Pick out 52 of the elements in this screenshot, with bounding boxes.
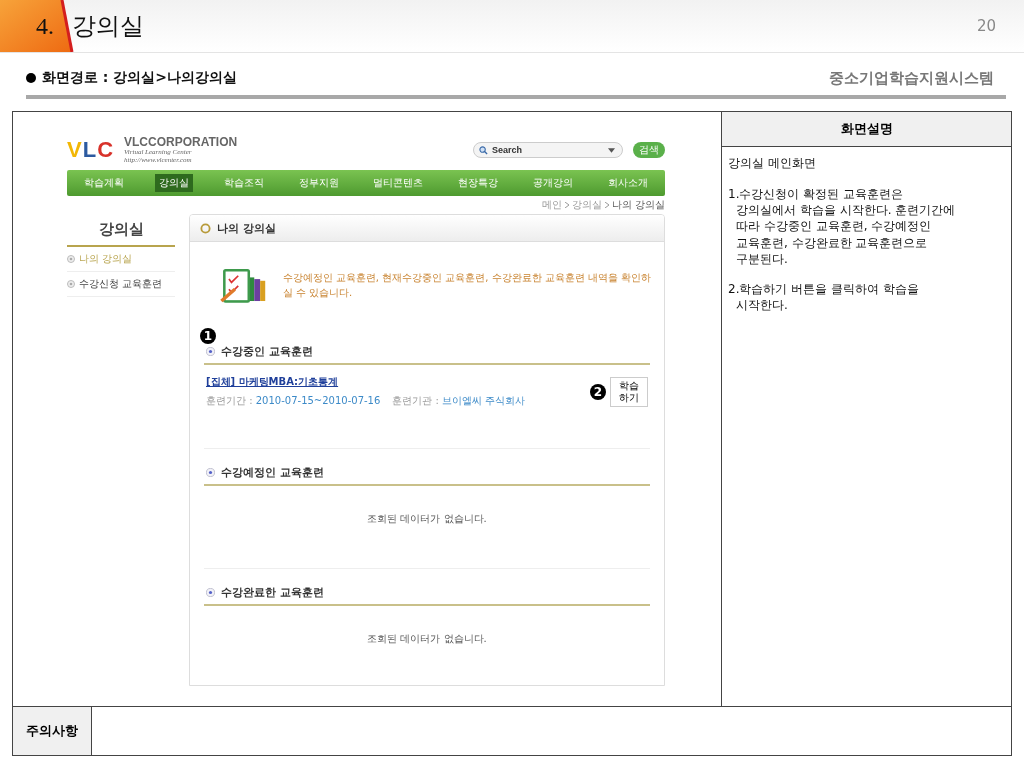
intro-text: 수강예정인 교육훈련, 현재수강중인 교육훈련, 수강완료한 교육훈련 내역을 확인하실 수 있습니다. [282,271,652,300]
breadcrumb-link[interactable]: 나의 강의실 [611,198,665,212]
description-heading: 강의실 메인화면 [728,155,817,172]
course-link[interactable]: [집체] 마케팅MBA:기초통계 [206,375,586,389]
description-text: 1.수강신청이 확정된 교육훈련은 강의실에서 학습을 시작한다. 훈련기간에 따라 수강중인 교육훈련, 수강예정인 교육훈련, 수강완료한 교육훈련으로 구분된다. [728,186,957,267]
column-header: 화면설명 [722,112,1011,147]
bullet-icon [206,588,215,597]
page-number: 20 [976,17,996,35]
nav-tab[interactable]: 강의실 [155,174,194,192]
chevron-icon [564,202,569,208]
nav-tab[interactable]: 학습조직 [219,174,268,192]
section-title: 수강중인 교육훈련 [221,344,313,359]
bullet-icon [26,73,36,83]
description-text: 2.학습하기 버튼을 클릭하여 학습을 시작한다. [728,280,920,314]
sidebar-title: 강의실 [67,220,175,247]
sidebar-item[interactable]: 나의 강의실 [67,247,175,272]
breadcrumb-link[interactable]: 강의실 [571,198,602,212]
panel-title: 나의 강의실 [217,220,276,236]
nav-tab[interactable]: 현장특강 [454,174,503,192]
section-title: 수강예정인 교육훈련 [221,465,324,480]
study-button[interactable]: 학습 하기 [610,376,648,407]
ring-icon [200,222,211,234]
company-name: VLCCORPORATION [124,135,238,149]
empty-message: 조회된 데이터가 없습니다. [366,512,488,526]
breadcrumb-link[interactable]: 메인 [541,198,562,212]
callout-marker: 2 [590,383,606,400]
nav-tab[interactable]: 회사소개 [603,174,652,192]
logo: VLC [67,137,115,163]
bullet-icon [206,468,215,477]
screen-path: 화면경로 : 강의실>나의강의실 [42,69,238,87]
nav-tab[interactable]: 정부지원 [294,174,343,192]
search-icon [479,146,488,155]
system-name: 중소기업학습지원시스템 [829,68,994,88]
nav-tab[interactable]: 공개강의 [528,174,577,192]
slide-title: 강의실 [72,11,144,42]
sidebar-item[interactable]: 수강신청 교육훈련 [67,272,175,297]
row-header: 주의사항 [13,707,92,755]
chevron-icon [604,202,609,208]
institution-text: 훈련기관 : 브이엘씨 주식회사 [392,394,526,408]
search-field[interactable]: Search [473,142,623,158]
empty-message: 조회된 데이터가 없습니다. [366,632,488,646]
nav-tab[interactable]: 학습계획 [80,174,129,192]
nav-tab[interactable]: 멀티콘텐츠 [369,174,428,192]
section-title: 수강완료한 교육훈련 [221,585,324,600]
caret-icon [608,148,615,153]
search-button[interactable]: 검색 [633,142,665,158]
bullet-icon [67,280,75,288]
bullet-icon [67,255,75,263]
period-text: 훈련기간 : 2010-07-15~2010-07-16 [206,394,381,408]
bullet-icon [206,347,215,356]
section-number: 4. [36,13,54,40]
callout-marker: 1 [200,328,216,344]
